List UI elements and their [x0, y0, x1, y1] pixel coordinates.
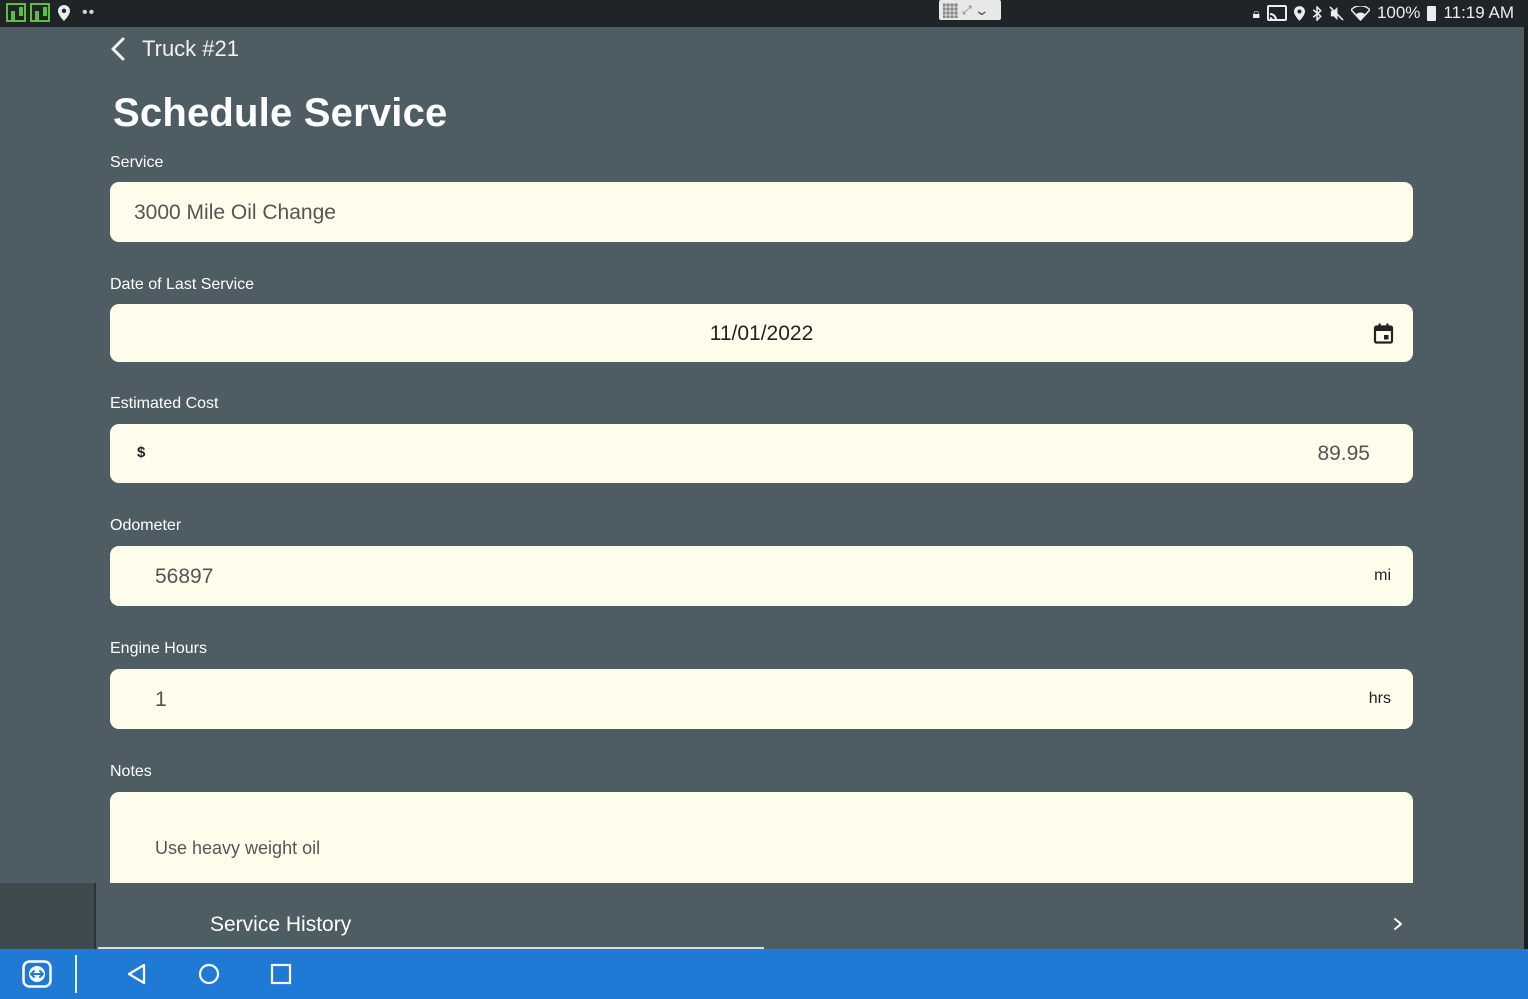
location-icon [1293, 5, 1305, 21]
recent-apps-icon[interactable] [270, 963, 292, 985]
status-bar: •• ⤢ ⌄ 🔒︎ 100% 11:19 AM [0, 0, 1528, 27]
back-button[interactable]: Truck #21 [108, 36, 239, 62]
odometer-value[interactable]: 56897 [155, 565, 213, 589]
engine-hours-value[interactable]: 1 [155, 688, 167, 712]
odometer-field[interactable]: 56897 mi [110, 546, 1413, 606]
clock: 11:19 AM [1443, 3, 1514, 22]
grid-icon[interactable] [943, 2, 958, 18]
lock-icon: 🔒︎ [1252, 4, 1260, 21]
last-service-date-field[interactable]: 11/01/2022 [110, 304, 1413, 362]
last-service-date-value[interactable]: 11/01/2022 [110, 322, 1413, 346]
engine-hours-field[interactable]: 1 hrs [110, 669, 1413, 729]
service-value[interactable]: 3000 Mile Oil Change [134, 201, 336, 225]
back-label[interactable]: Truck #21 [142, 36, 239, 62]
wifi-icon [1350, 5, 1370, 21]
chevron-right-icon[interactable] [1392, 916, 1404, 932]
cast-icon [1266, 5, 1287, 21]
notes-value[interactable]: Use heavy weight oil [155, 838, 320, 859]
estimated-cost-label: Estimated Cost [110, 395, 219, 412]
status-bar-left: •• [6, 3, 95, 22]
page-title: Schedule Service [113, 91, 448, 135]
service-history-label[interactable]: Service History [210, 913, 351, 937]
mute-icon [1329, 5, 1344, 21]
window-edge [1524, 27, 1528, 949]
odometer-label: Odometer [110, 517, 182, 534]
history-side-panel [0, 883, 96, 949]
nav-divider [75, 955, 77, 993]
battery-percent: 100% [1376, 3, 1421, 22]
location-icon [58, 4, 70, 21]
last-service-date-label: Date of Last Service [110, 276, 255, 293]
estimated-cost-field[interactable]: $ 89.95 [110, 424, 1413, 483]
battery-icon [1427, 5, 1437, 21]
service-label: Service [110, 154, 164, 171]
calendar-icon[interactable] [1373, 323, 1394, 344]
remote-control-icon[interactable] [22, 960, 52, 988]
bluetooth-icon [1312, 5, 1322, 21]
home-nav-icon[interactable] [197, 962, 221, 986]
app-icon [6, 3, 26, 22]
chevron-down-icon[interactable]: ⌄ [973, 2, 989, 19]
expand-icon[interactable]: ⤢ [962, 3, 972, 18]
estimated-cost-value[interactable]: 89.95 [1317, 442, 1370, 466]
back-nav-icon[interactable] [124, 962, 148, 986]
service-field[interactable]: 3000 Mile Oil Change [110, 182, 1413, 242]
status-bar-right: 🔒︎ 100% 11:19 AM [1252, 3, 1514, 23]
screen-toolbar[interactable]: ⤢ ⌄ [939, 0, 1001, 20]
app-icon [30, 3, 50, 22]
notification-dots: •• [82, 3, 96, 21]
notes-label: Notes [110, 763, 152, 780]
currency-symbol: $ [137, 444, 146, 461]
navigation-bar [0, 949, 1528, 999]
engine-hours-label: Engine Hours [110, 640, 207, 657]
odometer-unit: mi [1374, 567, 1391, 584]
engine-hours-unit: hrs [1368, 690, 1391, 707]
chevron-left-icon[interactable] [108, 36, 128, 62]
service-history-row[interactable]: Service History [0, 883, 1524, 949]
